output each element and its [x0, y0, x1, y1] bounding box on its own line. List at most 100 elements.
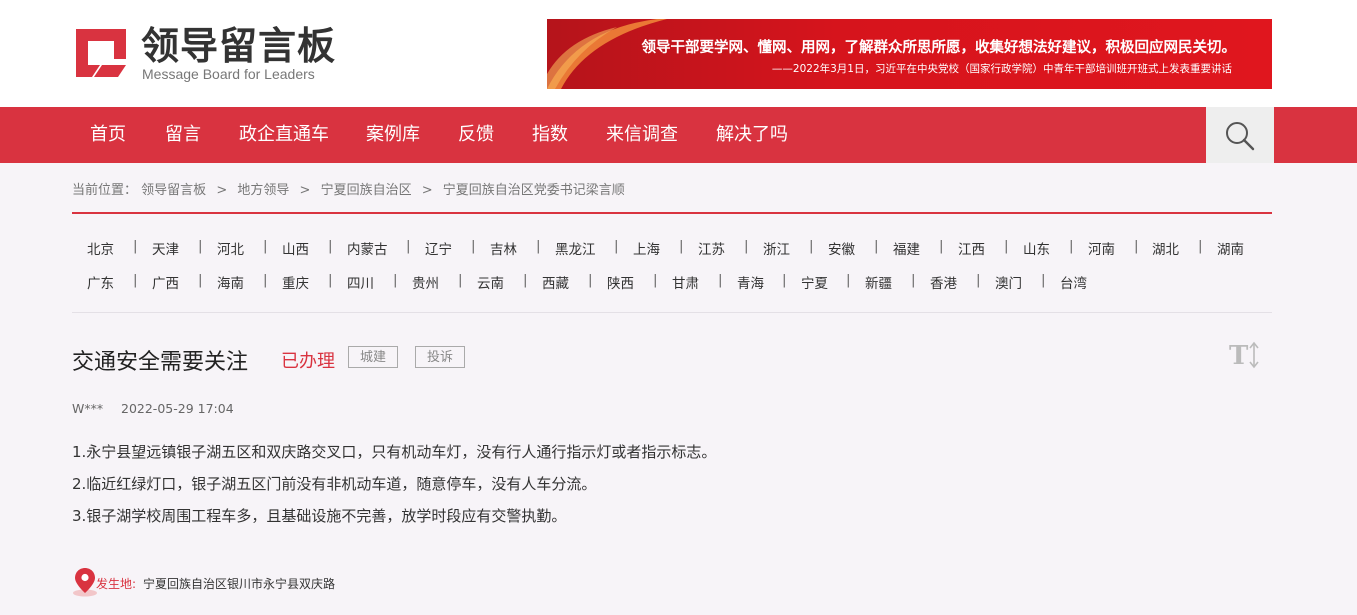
region-divider-mark: | — [976, 272, 981, 288]
region-link[interactable]: 天津 — [152, 238, 179, 258]
region-link[interactable]: 海南 — [217, 272, 244, 292]
region-divider-mark: | — [1041, 272, 1046, 288]
region-link[interactable]: 四川 — [347, 272, 374, 292]
breadcrumb-item-leader[interactable]: 宁夏回族自治区党委书记梁言顺 — [443, 179, 625, 198]
location-pin-icon — [73, 568, 97, 597]
logo-title[interactable]: 领导留言板 — [141, 22, 336, 70]
region-link[interactable]: 青海 — [737, 272, 764, 292]
message-paragraph: 2.临近红绿灯口，银子湖五区门前没有非机动车道，随意停车，没有人车分流。 — [72, 475, 597, 493]
tag-category[interactable]: 城建 — [348, 346, 398, 368]
region-link[interactable]: 安徽 — [828, 238, 855, 258]
logo-subtitle: Message Board for Leaders — [142, 66, 315, 82]
nav-item-cases[interactable]: 案例库 — [366, 107, 420, 163]
region-divider-mark: | — [679, 238, 684, 254]
region-link[interactable]: 澳门 — [995, 272, 1022, 292]
region-link[interactable]: 江苏 — [698, 238, 725, 258]
region-link[interactable]: 台湾 — [1060, 272, 1087, 292]
site-header: 领导留言板 Message Board for Leaders 领导干部要学网、… — [0, 0, 1357, 107]
message-paragraph: 1.永宁县望远镇银子湖五区和双庆路交叉口，只有机动车灯，没有行人通行指示灯或者指… — [72, 443, 717, 461]
nav-item-feedback[interactable]: 反馈 — [458, 107, 494, 163]
svg-text:T: T — [1229, 341, 1249, 369]
region-divider-mark: | — [133, 238, 138, 254]
region-divider-mark: | — [744, 238, 749, 254]
region-divider-mark: | — [1069, 238, 1074, 254]
region-link[interactable]: 北京 — [87, 238, 114, 258]
region-divider-mark: | — [614, 238, 619, 254]
region-divider-mark: | — [1134, 238, 1139, 254]
region-divider-mark: | — [874, 238, 879, 254]
region-link[interactable]: 云南 — [477, 272, 504, 292]
logo-icon[interactable] — [72, 25, 130, 81]
message-paragraph: 3.银子湖学校周围工程车多，且基础设施不完善，放学时段应有交警执勤。 — [72, 507, 567, 525]
nav-item-home[interactable]: 首页 — [90, 107, 126, 163]
region-link[interactable]: 山西 — [282, 238, 309, 258]
region-link[interactable]: 福建 — [893, 238, 920, 258]
region-link[interactable]: 广东 — [87, 272, 114, 292]
region-divider-mark: | — [263, 238, 268, 254]
region-divider-mark: | — [782, 272, 787, 288]
banner-quote: 领导干部要学网、懂网、用网，了解群众所思所愿，收集好想法好建议，积极回应网民关切… — [641, 40, 1237, 56]
post-time: 2022-05-29 17:04 — [121, 401, 234, 416]
region-link[interactable]: 辽宁 — [425, 238, 452, 258]
region-divider-mark: | — [939, 238, 944, 254]
region-divider-mark: | — [718, 272, 723, 288]
region-link[interactable]: 黑龙江 — [555, 238, 596, 258]
breadcrumb-item-local[interactable]: 地方领导 — [237, 179, 289, 198]
author-name: W*** — [72, 401, 104, 416]
region-divider-mark: | — [588, 272, 593, 288]
region-divider-mark: | — [328, 238, 333, 254]
location-label: 发生地: — [96, 577, 137, 591]
nav-item-business[interactable]: 政企直通车 — [239, 107, 329, 163]
status-badge: 已办理 — [281, 351, 335, 372]
font-size-icon[interactable]: T — [1229, 341, 1261, 369]
region-divider-mark: | — [263, 272, 268, 288]
search-icon — [1226, 122, 1255, 151]
region-link[interactable]: 陕西 — [607, 272, 634, 292]
region-link[interactable]: 香港 — [930, 272, 957, 292]
region-divider-mark: | — [911, 272, 916, 288]
region-link[interactable]: 内蒙古 — [347, 238, 388, 258]
region-link[interactable]: 新疆 — [865, 272, 892, 292]
region-divider-mark: | — [523, 272, 528, 288]
region-link[interactable]: 西藏 — [542, 272, 569, 292]
region-divider-mark: | — [536, 238, 541, 254]
nav-item-survey[interactable]: 来信调查 — [606, 107, 678, 163]
region-divider — [72, 312, 1272, 313]
breadcrumb-separator: > — [299, 183, 311, 198]
breadcrumb-item-region[interactable]: 宁夏回族自治区 — [321, 179, 412, 198]
nav-item-resolved[interactable]: 解决了吗 — [716, 107, 788, 163]
location-text: 宁夏回族自治区银川市永宁县双庆路 — [143, 577, 336, 591]
region-divider-mark: | — [809, 238, 814, 254]
region-divider-mark: | — [133, 272, 138, 288]
search-button[interactable] — [1206, 107, 1274, 163]
region-link[interactable]: 宁夏 — [801, 272, 828, 292]
region-link[interactable]: 广西 — [152, 272, 179, 292]
region-link[interactable]: 浙江 — [763, 238, 790, 258]
message-title: 交通安全需要关注 — [72, 350, 249, 375]
region-link[interactable]: 江西 — [958, 238, 985, 258]
region-link[interactable]: 河南 — [1088, 238, 1115, 258]
region-divider-mark: | — [198, 272, 203, 288]
region-link[interactable]: 贵州 — [412, 272, 439, 292]
region-link[interactable]: 重庆 — [282, 272, 309, 292]
region-link[interactable]: 甘肃 — [672, 272, 699, 292]
region-divider-mark: | — [328, 272, 333, 288]
region-link[interactable]: 河北 — [217, 238, 244, 258]
region-link[interactable]: 上海 — [633, 238, 660, 258]
region-divider-mark: | — [458, 272, 463, 288]
region-link[interactable]: 湖北 — [1152, 238, 1179, 258]
nav-item-index[interactable]: 指数 — [532, 107, 568, 163]
region-link[interactable]: 吉林 — [490, 238, 517, 258]
breadcrumb-divider — [72, 212, 1272, 214]
region-link[interactable]: 湖南 — [1217, 238, 1244, 258]
nav-item-message[interactable]: 留言 — [165, 107, 201, 163]
tag-type[interactable]: 投诉 — [415, 346, 465, 368]
region-divider-mark: | — [653, 272, 658, 288]
breadcrumb-separator: > — [421, 183, 433, 198]
quote-banner: 领导干部要学网、懂网、用网，了解群众所思所愿，收集好想法好建议，积极回应网民关切… — [547, 19, 1272, 89]
breadcrumb-item-board[interactable]: 领导留言板 — [141, 179, 206, 198]
banner-source: ——2022年3月1日，习近平在中央党校（国家行政学院）中青年干部培训班开班式上… — [771, 63, 1232, 75]
breadcrumb-prefix: 当前位置： — [72, 183, 138, 198]
region-link[interactable]: 山东 — [1023, 238, 1050, 258]
region-divider-mark: | — [393, 272, 398, 288]
